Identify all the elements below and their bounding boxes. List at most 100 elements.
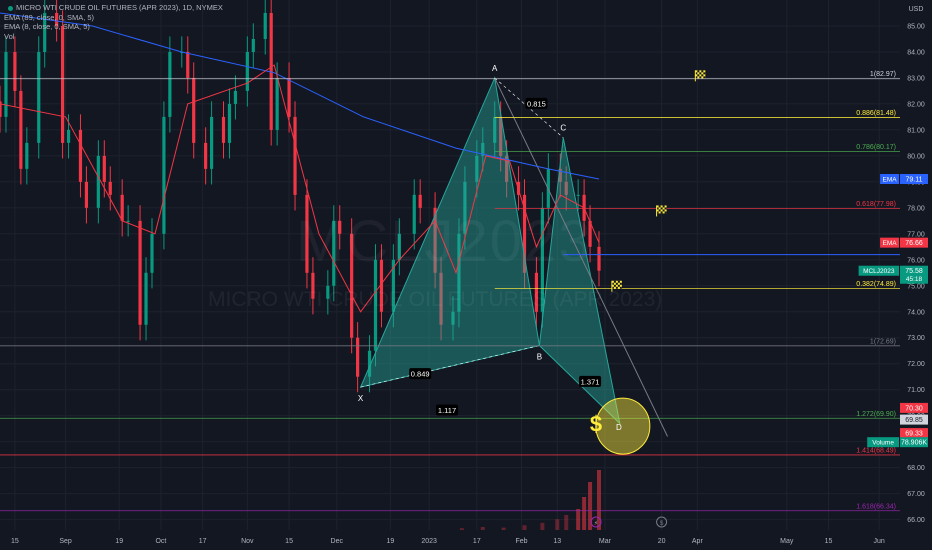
fib-level-label: 1.618(66.34): [856, 503, 896, 510]
candle-body: [78, 129, 83, 182]
flag-check: [662, 209, 665, 212]
price-tick-label: 85.00: [907, 23, 925, 30]
price-tag-value: 78.906K: [901, 440, 927, 447]
harmonic-ratio-label: 1.371: [581, 377, 600, 386]
flag-check: [699, 76, 702, 79]
flag-check: [660, 207, 663, 210]
candle-body: [144, 272, 148, 325]
volume-bar: [459, 528, 464, 530]
candle-body: [162, 116, 166, 234]
flag-check: [703, 76, 706, 79]
candle-body: [120, 194, 124, 221]
fib-level-label: 0.382(74.89): [856, 281, 896, 288]
candle-body: [138, 220, 142, 325]
candle-body: [192, 77, 196, 143]
volume-bar: [564, 515, 569, 530]
watermark-ticker: MCLJ2023: [296, 209, 593, 274]
harmonic-point-d: D: [616, 423, 622, 432]
time-tick-label: Oct: [155, 538, 166, 545]
price-tick-label: 80.00: [907, 153, 925, 160]
candle-body: [221, 116, 226, 143]
candle-body: [251, 38, 255, 52]
flag-check: [697, 70, 700, 73]
price-tag-name: EMA: [883, 240, 898, 247]
candle-body: [275, 77, 279, 130]
candle-body: [108, 181, 112, 195]
legend-ema-fast[interactable]: EMA (8, close, 0, SMA, 5): [4, 22, 223, 32]
candle-body: [293, 116, 297, 195]
price-chart[interactable]: X A B C 0.815 0.849 1.371 1.117 1(82.97) 0.886(8…: [0, 0, 932, 550]
time-tick-label: 19: [386, 538, 394, 545]
fib-level-label: 0.786(80.17): [856, 144, 896, 151]
flag-check: [699, 72, 702, 75]
price-tag-name: MCLJ2023: [863, 268, 895, 275]
candle-body: [84, 181, 89, 208]
harmonic-point-x: X: [358, 394, 364, 403]
market-status-icon: [8, 5, 13, 11]
legend-vol[interactable]: Vol: [4, 32, 223, 42]
harmonic-point-c: C: [560, 124, 566, 133]
candle-body: [60, 25, 65, 143]
harmonic-ratio-label: 0.815: [527, 99, 546, 108]
volume-bars: [459, 470, 602, 530]
volume-bar: [501, 527, 506, 530]
fib-level-label: 1(82.97): [870, 71, 896, 78]
price-tag-value: 69.33: [905, 431, 923, 438]
candle-body: [356, 337, 360, 377]
volume-bar: [582, 497, 587, 530]
price-tick-label: 72.00: [907, 361, 925, 368]
time-tick-label: 17: [199, 538, 207, 545]
price-tick-label: 83.00: [907, 75, 925, 82]
flag-check: [615, 282, 618, 285]
candle-body: [96, 155, 100, 208]
candle-body: [204, 142, 208, 169]
candle-body: [4, 51, 8, 117]
checkered-flag-icon: [694, 70, 706, 82]
price-tick-label: 66.00: [907, 517, 925, 524]
volume-bar: [480, 527, 485, 530]
time-tick-label: Feb: [515, 538, 527, 545]
candle-body: [168, 51, 172, 117]
price-tick-label: 71.00: [907, 387, 925, 394]
volume-bar: [555, 519, 560, 530]
flag-check: [658, 209, 661, 212]
time-tick-label: Nov: [241, 538, 254, 545]
time-tick-label: 17: [473, 538, 481, 545]
fib-level-label: 1.272(69.90): [856, 411, 896, 418]
price-tag-value: 76.66: [905, 240, 923, 247]
price-tag-name: Volume: [872, 440, 894, 447]
harmonic-ratio-label: 0.849: [411, 370, 430, 379]
flag-check: [703, 72, 706, 75]
harmonic-point-b: B: [537, 353, 542, 362]
time-tick-label: 20: [658, 538, 666, 545]
time-tick-label: Mar: [599, 538, 612, 545]
legend-symbol[interactable]: MICRO WTI CRUDE OIL FUTURES (APR 2023), …: [4, 3, 223, 13]
volume-bar: [522, 525, 527, 530]
price-tick-label: 76.00: [907, 257, 925, 264]
price-tick-label: 68.00: [907, 465, 925, 472]
d-target-zone: [595, 397, 651, 455]
flag-check: [701, 70, 704, 73]
candle-body: [597, 246, 601, 271]
flag-check: [619, 282, 622, 285]
price-tick-label: 75.00: [907, 283, 925, 290]
harmonic-ratio-label: 1.117: [438, 406, 456, 415]
time-tick-label: Apr: [692, 538, 704, 545]
legend-ema-slow[interactable]: EMA (89, close, 0, SMA, 5): [4, 13, 223, 23]
flag-check: [660, 211, 663, 214]
candle-body: [126, 220, 130, 222]
time-axis[interactable]: 15 Sep 19 Oct 17 Nov 15 Dec 19 2023 17 Feb 13 Mar 20 Ap…: [0, 530, 932, 550]
price-tick-label: 81.00: [907, 127, 925, 134]
flag-check: [617, 280, 620, 283]
candle-body: [263, 12, 267, 39]
event-dollar-icon: $: [660, 520, 664, 527]
candle-body: [66, 129, 71, 143]
price-tick-label: 77.00: [907, 231, 925, 238]
candle-body: [418, 194, 422, 208]
candle-body: [287, 77, 291, 117]
price-tag-countdown: 45:18: [906, 276, 923, 283]
lightning-icon: ⚡: [594, 520, 598, 527]
price-tag-value: 69.85: [905, 417, 923, 424]
fib-level-label: 1(72.69): [870, 338, 896, 345]
time-tick-label: Dec: [331, 538, 344, 545]
